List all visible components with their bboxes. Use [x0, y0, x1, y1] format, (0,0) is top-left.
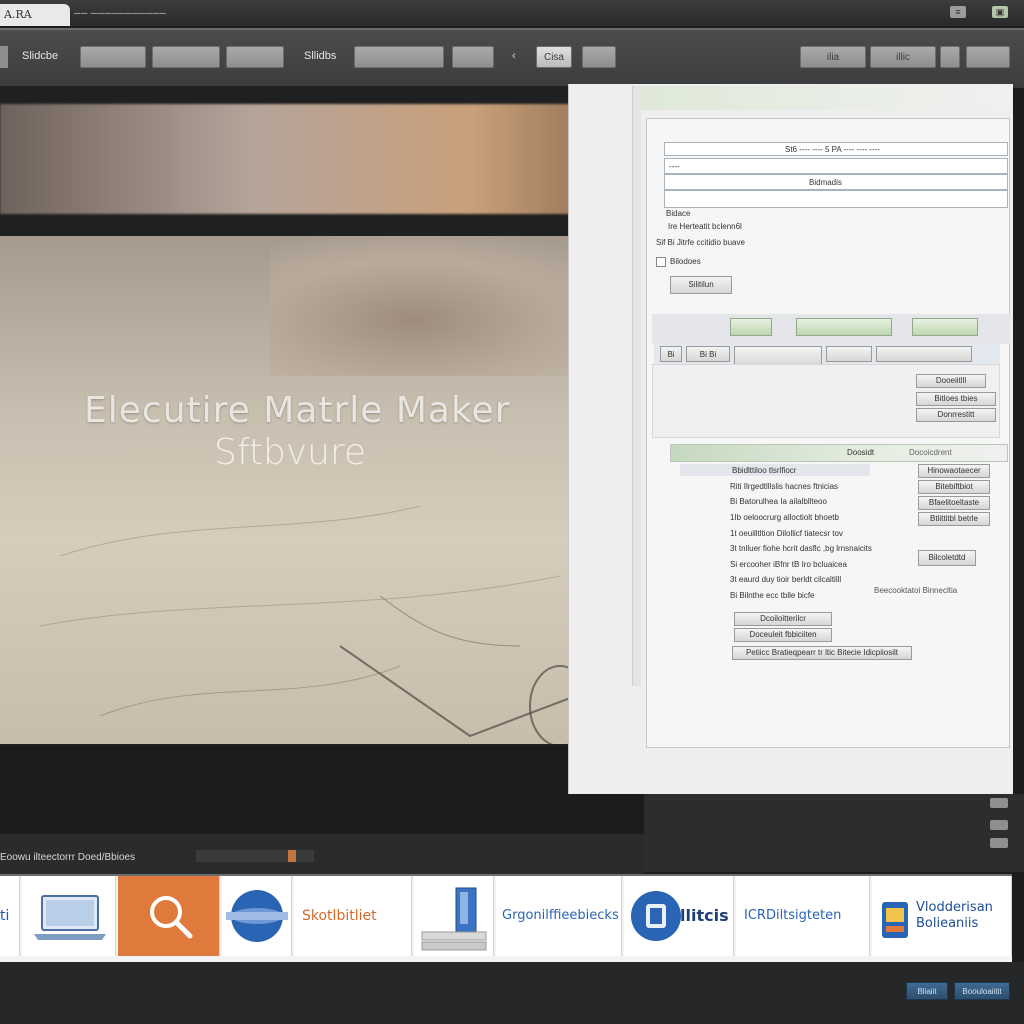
list-item[interactable]: 1Ib oeloocrurg alloctiolt bhoetb: [730, 513, 839, 522]
side-control-3[interactable]: [990, 838, 1008, 848]
template-tile-5[interactable]: Skotlbitliet: [294, 876, 412, 956]
template-tile-7[interactable]: Grgonilffieebiecks: [496, 876, 622, 956]
small-action-button[interactable]: Bilcoletdtd: [918, 550, 976, 566]
side-controls-area: [644, 794, 1024, 872]
settings-checkbox-label: Bilodoes: [670, 257, 701, 266]
settings-checkbox[interactable]: [656, 257, 666, 267]
globe-badge-icon: [226, 890, 288, 942]
toolbar-button-5[interactable]: [582, 46, 616, 68]
search-icon: [150, 896, 193, 939]
preview-headline: Elecutire Matrle Maker: [84, 390, 511, 431]
settings-apply-button[interactable]: Silitilun: [670, 276, 732, 294]
settings-note: Beecooktatoi Binnecltia: [874, 586, 958, 595]
maximize-icon[interactable]: ▣: [992, 6, 1008, 18]
toolbar-label-slides-2[interactable]: Sllidbs: [304, 50, 336, 62]
toolbar-dropdown[interactable]: [354, 46, 444, 68]
settings-field-row-4[interactable]: [664, 190, 1008, 208]
toolbar-button-4[interactable]: [452, 46, 494, 68]
list-item[interactable]: 1t oeuilltltion Dilollicf tiatecsr tov: [730, 529, 843, 538]
right-list-button-2[interactable]: Bitebiftbiot: [918, 480, 990, 494]
list-item[interactable]: Bi Bilnthe ecc tblle bicfe: [730, 591, 815, 600]
settings-line-1: Ire Herteatit bclenn6l: [668, 222, 742, 231]
side-button-2[interactable]: Bitloes tbies: [916, 392, 996, 406]
section-header: Doosidt Docoicdrent: [670, 444, 1008, 462]
toolbar-button-cisa[interactable]: Cisa: [536, 46, 572, 68]
toolbar-right-button-1[interactable]: ilia: [800, 46, 866, 68]
settings-panel-header: [640, 86, 1012, 110]
toolbar-button-2[interactable]: [152, 46, 220, 68]
tab-1[interactable]: Bi: [660, 346, 682, 362]
right-list-button-3[interactable]: Bfaelitoeltaste: [918, 496, 990, 510]
bottom-button-next[interactable]: Boouloaiitit: [954, 982, 1010, 1000]
toolbar-right-button-4[interactable]: [966, 46, 1010, 68]
template-tile-10[interactable]: Vlodderisan Bolieaniis: [872, 876, 1012, 956]
arrow-left-icon[interactable]: ‹: [512, 50, 516, 62]
bottom-button-2[interactable]: Doceuleit fbbiciiten: [734, 628, 832, 642]
tab-2[interactable]: Bi Bi: [686, 346, 730, 362]
list-item[interactable]: Riti Ilrgedtlllslis hacnes ftnicias: [730, 482, 838, 491]
laptop-icon: [34, 895, 106, 940]
status-text: Eoowu ilteectorrr Doed/Bbioes: [0, 852, 136, 863]
green-button-2[interactable]: [796, 318, 892, 336]
panel-scrollbar[interactable]: [632, 86, 641, 686]
side-control-2[interactable]: [990, 820, 1008, 830]
side-button-1[interactable]: Dooeiitlll: [916, 374, 986, 388]
list-item[interactable]: Bi Batorulhea Ia ailalbllteoo: [730, 497, 827, 506]
toolbar-right-button-3[interactable]: [940, 46, 960, 68]
template-tile-8[interactable]: llitcis: [624, 876, 734, 956]
list-item[interactable]: Bbidlttiloo tlsrlfiocr: [732, 466, 796, 475]
right-list-button-1[interactable]: Hinowaotaecer: [918, 464, 990, 478]
settings-field-row-3[interactable]: Bidmadis: [664, 174, 1008, 190]
right-list-button-4[interactable]: Btlittitbl betrle: [918, 512, 990, 526]
toolbar-edge: [0, 46, 8, 68]
app-logo: A.RA: [0, 4, 70, 26]
video-preview[interactable]: [0, 236, 628, 744]
list-item[interactable]: 3t eaurd duy tioir berldt cilcaltilll: [730, 575, 841, 584]
window-title: ── ───────────: [74, 8, 167, 18]
toolbar-right-button-2[interactable]: illic: [870, 46, 936, 68]
template-tile-4[interactable]: [222, 876, 292, 956]
toolbar-label-slides[interactable]: Slidcbe: [22, 50, 58, 62]
shield-badge-icon: [631, 891, 681, 941]
green-button-3[interactable]: [912, 318, 978, 336]
settings-field-row-1[interactable]: St6 ---- ---- 5 PA ---- ---- ----: [664, 142, 1008, 156]
template-tile-6[interactable]: [414, 876, 494, 956]
bottom-button-1[interactable]: Dcoiloitterilcr: [734, 612, 832, 626]
timeline-playhead[interactable]: [288, 850, 296, 862]
preview-banner-image: [0, 104, 628, 214]
template-tile-2[interactable]: [22, 876, 116, 956]
tab-5[interactable]: [876, 346, 972, 362]
field-label: Bidace: [666, 209, 691, 218]
green-button-1[interactable]: [730, 318, 772, 336]
settings-line-2: Sif Bi Jitrfe ccitidio buave: [656, 238, 745, 247]
toolbar-button-1[interactable]: [80, 46, 146, 68]
timeline-track[interactable]: [196, 850, 314, 862]
side-control-1[interactable]: [990, 798, 1008, 808]
bottom-row-button[interactable]: Petiicc Bratieqpearr tr ltic Bitecie Idi…: [732, 646, 912, 660]
template-tile-9[interactable]: ICRDiltsigteten: [736, 876, 870, 956]
sketch-lines: [39, 505, 628, 744]
app-icon: [882, 902, 908, 938]
side-button-3[interactable]: Donrrestitt: [916, 408, 996, 422]
template-tile-1[interactable]: ti: [0, 876, 20, 956]
server-icon: [421, 887, 487, 951]
toolbar-button-3[interactable]: [226, 46, 284, 68]
settings-field-row-2[interactable]: ----: [664, 158, 1008, 174]
tab-4[interactable]: [826, 346, 872, 362]
bottom-bar: [0, 962, 1024, 1024]
list-item[interactable]: Si ercooher iBfnr tB Iro bcluaicea: [730, 560, 847, 569]
list-item[interactable]: 3t tnlluer fiohe hcrit dasflc ,bg lrnsna…: [730, 544, 872, 553]
menu-icon[interactable]: ≡: [950, 6, 966, 18]
template-tile-3[interactable]: [118, 876, 220, 956]
bottom-button-back[interactable]: Bliaiit: [906, 982, 948, 1000]
preview-subheadline: Sftbvure: [214, 432, 367, 473]
